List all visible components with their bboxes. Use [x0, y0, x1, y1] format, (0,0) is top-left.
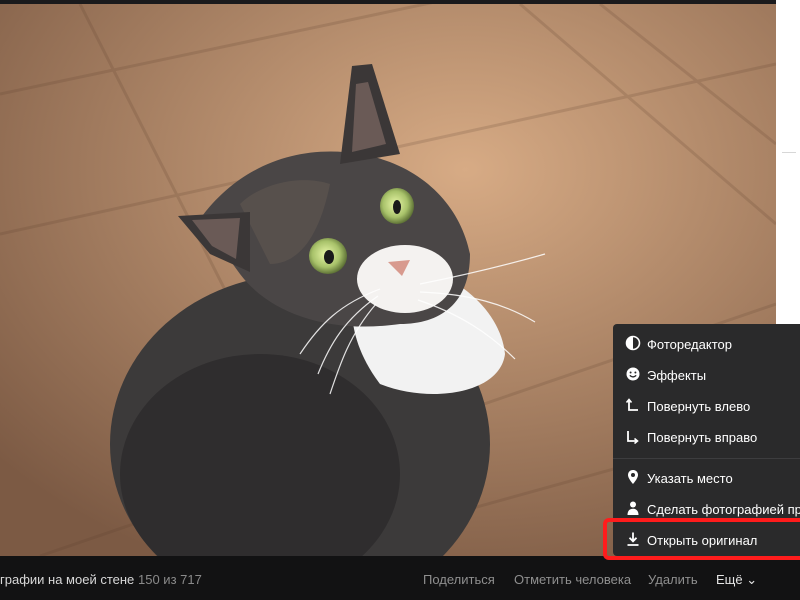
menu-item-label: Повернуть влево: [647, 399, 751, 414]
rotate-left-icon: [625, 398, 638, 411]
page-background-edge: [776, 0, 800, 330]
menu-item-label: Повернуть вправо: [647, 430, 758, 445]
annotation-highlight: [603, 518, 800, 560]
menu-item-rotate-left[interactable]: Повернуть влево: [613, 390, 800, 420]
menu-item-rotate-right[interactable]: Повернуть вправо: [613, 421, 800, 451]
photo-bottom-bar: графии на моей стене 150 из 717 Поделить…: [0, 556, 776, 600]
delete-link[interactable]: Удалить: [648, 572, 698, 587]
menu-item-label: Сделать фотографией про: [647, 502, 800, 517]
bar-edge: [776, 556, 800, 600]
menu-item-label: Фоторедактор: [647, 337, 732, 352]
menu-item-label: Указать место: [647, 471, 733, 486]
menu-item-set-location[interactable]: Указать место: [613, 462, 800, 492]
divider: [782, 152, 796, 153]
person-icon: [627, 501, 639, 515]
album-title-link[interactable]: графии на моей стене: [0, 572, 134, 587]
share-link[interactable]: Поделиться: [423, 572, 495, 587]
menu-item-effects[interactable]: Эффекты: [613, 359, 800, 389]
smile-icon: [626, 367, 640, 381]
photo-counter: 150 из 717: [138, 572, 202, 587]
contrast-icon: [625, 335, 641, 351]
photo-viewer: графии на моей стене 150 из 717 Поделить…: [0, 0, 800, 600]
rotate-right-icon: [627, 431, 639, 444]
location-pin-icon: [628, 470, 638, 484]
menu-item-photo-editor[interactable]: Фоторедактор: [613, 328, 800, 358]
menu-divider: [613, 458, 800, 459]
menu-item-label: Эффекты: [647, 368, 707, 383]
tag-person-link[interactable]: Отметить человека: [514, 572, 631, 587]
more-menu-button[interactable]: Ещё ⌄: [716, 572, 757, 588]
